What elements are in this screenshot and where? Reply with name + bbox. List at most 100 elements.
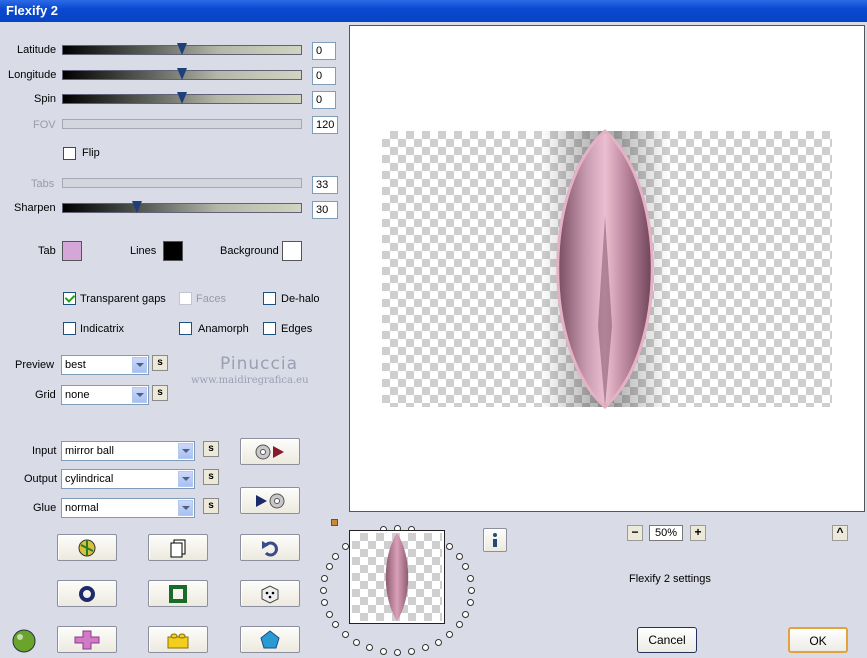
glue-select[interactable]: normal <box>61 498 195 518</box>
spin-slider[interactable] <box>62 92 302 104</box>
pentagon-button[interactable] <box>240 626 300 653</box>
input-select[interactable]: mirror ball <box>61 441 195 461</box>
longitude-slider-thumb[interactable] <box>177 68 187 80</box>
dial-dot[interactable] <box>325 610 333 618</box>
dial-dot[interactable] <box>379 647 387 655</box>
glue-label: Glue <box>33 502 57 514</box>
dial-dot[interactable] <box>325 563 333 571</box>
transparent-gaps-label: Transparent gaps <box>80 293 166 305</box>
grid-s-button[interactable]: s <box>152 385 168 401</box>
dial-dot[interactable] <box>408 647 416 655</box>
chevron-down-icon[interactable] <box>132 357 147 373</box>
dial-dot[interactable] <box>462 610 470 618</box>
chevron-down-icon[interactable] <box>132 387 147 403</box>
dial-dot[interactable] <box>462 563 470 571</box>
latitude-slider-thumb[interactable] <box>177 43 187 55</box>
dial-dot[interactable] <box>365 644 373 652</box>
pentagon-icon <box>260 629 280 648</box>
dial-dot[interactable] <box>468 587 475 594</box>
preview-quality-select[interactable]: best <box>61 355 149 375</box>
longitude-slider[interactable] <box>62 68 302 80</box>
lego-brick-icon <box>167 633 189 648</box>
thumbnail-preview[interactable] <box>349 530 445 624</box>
watermark-name: Pinuccia <box>220 354 298 374</box>
dial-dot[interactable] <box>446 543 454 551</box>
dice-button[interactable] <box>240 580 300 607</box>
ok-button[interactable]: OK <box>788 627 848 653</box>
chevron-down-icon[interactable] <box>178 471 193 487</box>
input-s-button[interactable]: s <box>203 441 219 457</box>
indicatrix-checkbox[interactable] <box>63 322 76 335</box>
spin-input[interactable]: 0 <box>312 91 336 109</box>
preview-s-button[interactable]: s <box>152 355 168 371</box>
transparent-gaps-checkbox[interactable] <box>63 292 76 305</box>
sharpen-slider-thumb[interactable] <box>132 201 142 213</box>
dial-dot[interactable] <box>352 638 360 646</box>
dial-dot[interactable] <box>341 543 349 551</box>
plugin-logo <box>10 626 38 654</box>
play-record-icon <box>256 493 285 508</box>
dial-dot[interactable] <box>466 574 474 582</box>
ring-button[interactable] <box>57 580 117 607</box>
tabs-input[interactable]: 33 <box>312 176 338 194</box>
sharpen-slider[interactable] <box>62 201 302 213</box>
load-preset-button[interactable] <box>240 438 300 465</box>
dice-icon <box>261 584 279 604</box>
latitude-slider[interactable] <box>62 43 302 55</box>
dial-dot[interactable] <box>394 649 401 656</box>
longitude-label: Longitude <box>8 69 57 81</box>
tab-color-swatch[interactable] <box>62 241 82 261</box>
de-halo-checkbox[interactable] <box>263 292 276 305</box>
zoom-in-button[interactable]: + <box>690 525 706 541</box>
lines-color-swatch[interactable] <box>163 241 183 261</box>
dial-dot[interactable] <box>332 621 340 629</box>
info-button[interactable] <box>483 528 507 552</box>
dial-dot[interactable] <box>455 621 463 629</box>
dial-dot[interactable] <box>320 587 327 594</box>
output-select[interactable]: cylindrical <box>61 469 195 489</box>
square-button[interactable] <box>148 580 208 607</box>
zoom-level: 50% <box>649 525 683 541</box>
fov-input[interactable]: 120 <box>312 116 338 134</box>
zoom-out-button[interactable]: − <box>627 525 643 541</box>
dial-dot[interactable] <box>341 630 349 638</box>
ring-icon <box>79 585 95 602</box>
chevron-down-icon[interactable] <box>178 500 193 516</box>
spin-slider-thumb[interactable] <box>177 92 187 104</box>
flip-checkbox[interactable] <box>63 147 76 160</box>
undo-button[interactable] <box>240 534 300 561</box>
window-title: Flexify 2 <box>6 3 59 18</box>
input-label: Input <box>32 445 57 457</box>
dial-dot[interactable] <box>321 574 329 582</box>
copy-button[interactable] <box>148 534 208 561</box>
background-color-label: Background <box>220 245 279 257</box>
plus-shape-button[interactable] <box>57 626 117 653</box>
background-color-swatch[interactable] <box>282 241 302 261</box>
collapse-button[interactable]: ^ <box>832 525 848 541</box>
faces-checkbox <box>179 292 192 305</box>
dial-dot[interactable] <box>435 638 443 646</box>
sharpen-input[interactable]: 30 <box>312 201 338 219</box>
output-s-button[interactable]: s <box>203 469 219 485</box>
dial-dot[interactable] <box>422 644 430 652</box>
chevron-down-icon[interactable] <box>178 443 193 459</box>
randomize-button[interactable] <box>57 534 117 561</box>
dial-dot[interactable] <box>466 599 474 607</box>
grid-label: Grid <box>35 389 56 401</box>
glue-s-button[interactable]: s <box>203 498 219 514</box>
lego-button[interactable] <box>148 626 208 653</box>
grid-select[interactable]: none <box>61 385 149 405</box>
save-preset-button[interactable] <box>240 487 300 514</box>
anamorph-checkbox[interactable] <box>179 322 192 335</box>
dial-dot[interactable] <box>332 552 340 560</box>
cancel-button[interactable]: Cancel <box>637 627 697 653</box>
main-preview[interactable] <box>349 25 865 512</box>
fov-label: FOV <box>33 119 56 131</box>
dial-dot[interactable] <box>455 552 463 560</box>
dial-dot[interactable] <box>321 599 329 607</box>
edges-checkbox[interactable] <box>263 322 276 335</box>
dial-dot[interactable] <box>446 630 454 638</box>
thumbnail-handle[interactable] <box>331 519 338 526</box>
latitude-input[interactable]: 0 <box>312 42 336 60</box>
longitude-input[interactable]: 0 <box>312 67 336 85</box>
